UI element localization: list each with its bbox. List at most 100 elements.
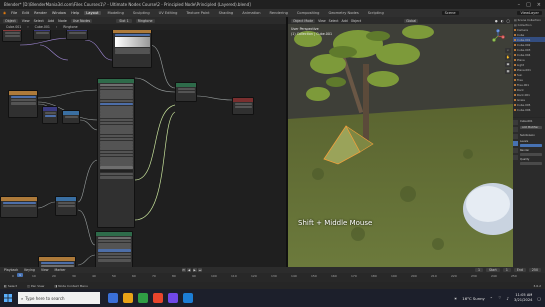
node-bump[interactable] — [42, 106, 58, 124]
modifier-tab-icon[interactable] — [513, 148, 518, 153]
timeline-menu-view[interactable]: View — [41, 268, 49, 272]
menu-file[interactable]: File — [11, 11, 17, 15]
menu-render[interactable]: Render — [34, 11, 47, 15]
zoom-icon[interactable]: ⌕ — [505, 48, 511, 53]
jump-start-icon[interactable]: ⏮ — [181, 268, 186, 272]
maximize-button[interactable]: □ — [526, 2, 531, 8]
weather-icon[interactable]: ☀ — [454, 296, 457, 301]
tool-tab-icon[interactable] — [513, 120, 518, 125]
viewport-menu-object[interactable]: Object — [351, 19, 361, 23]
node-noise-texture[interactable] — [0, 196, 38, 218]
network-icon[interactable]: ⌔ — [498, 295, 502, 301]
workspace-tab-sculpting[interactable]: Sculpting — [131, 11, 152, 15]
node-editor-canvas[interactable] — [0, 30, 286, 267]
view-layer-selector[interactable]: ViewLayer — [517, 11, 542, 15]
3d-viewport[interactable]: User Perspective (1) Collection | Cube.0… — [288, 24, 513, 267]
object-tab-icon[interactable] — [513, 141, 518, 146]
taskbar-app-icon[interactable] — [183, 293, 193, 303]
node-image-texture-top[interactable] — [112, 30, 152, 68]
workspace-tab-modeling[interactable]: Modeling — [106, 11, 126, 15]
taskbar-app-icon[interactable] — [153, 293, 163, 303]
node-mapping[interactable] — [33, 30, 51, 40]
viewport-menu-add[interactable]: Add — [342, 19, 348, 23]
chevron-up-icon[interactable]: ⌃ — [490, 296, 493, 301]
volume-icon[interactable]: ♪ — [507, 296, 509, 301]
outliner[interactable]: ▤ Scene Collection ▤ Collection Camera Cub… — [513, 17, 545, 117]
quality-field[interactable] — [520, 162, 542, 165]
workspace-tab-texture-paint[interactable]: Texture Paint — [184, 11, 211, 15]
jump-end-icon[interactable]: ⏭ — [198, 268, 203, 272]
node-principled-bsdf-2[interactable] — [95, 231, 133, 267]
end-frame-field[interactable]: 250 — [528, 268, 541, 272]
node-material-output[interactable] — [232, 97, 254, 115]
timeline[interactable]: Playback Keying View Marker ⏮ ◀ ▶ ⏭ 1 St… — [0, 267, 545, 282]
start-frame-field[interactable]: 1 — [502, 268, 511, 272]
workspace-tab-rendering[interactable]: Rendering — [268, 11, 290, 15]
node-menu-select[interactable]: Select — [34, 19, 44, 23]
play-icon[interactable]: ▶ — [192, 268, 197, 272]
outliner-row[interactable]: Cube.006 — [513, 107, 545, 112]
material-selector[interactable]: Ringtone — [135, 18, 155, 23]
use-nodes-checkbox[interactable]: Use Nodes — [70, 18, 93, 23]
levels-field[interactable] — [520, 144, 542, 147]
shading-rendered-icon[interactable]: ◯ — [506, 19, 510, 23]
node-menu-view[interactable]: View — [22, 19, 30, 23]
minimize-button[interactable]: – — [518, 2, 521, 8]
scene-selector[interactable]: Scene — [441, 11, 459, 15]
slot-dropdown[interactable]: Slot 1 — [116, 18, 132, 23]
editor-mode-dropdown[interactable]: Object — [3, 18, 18, 23]
workspace-tab-uv-editing[interactable]: UV Editing — [157, 11, 180, 15]
clock[interactable]: 11:05 AM 3/21/2024 — [514, 293, 532, 303]
playhead[interactable]: 1 — [17, 273, 23, 277]
play-reverse-icon[interactable]: ◀ — [187, 268, 192, 272]
node-math[interactable] — [62, 110, 80, 124]
taskbar-app-icon[interactable] — [123, 293, 133, 303]
node-menu-node[interactable]: Node — [58, 19, 67, 23]
workspace-tab-layout[interactable]: Layout — [84, 11, 101, 15]
transform-orientation-dropdown[interactable]: Global — [404, 18, 419, 23]
object-mode-dropdown[interactable]: Object Mode — [291, 18, 316, 23]
output-tab-icon[interactable] — [513, 134, 518, 139]
timeline-menu-playback[interactable]: Playback — [4, 268, 18, 272]
windows-start-icon[interactable] — [0, 289, 16, 307]
camera-icon[interactable]: ▣ — [505, 62, 511, 67]
workspace-tab-scripting[interactable]: Scripting — [366, 11, 386, 15]
material-tab-icon[interactable] — [513, 155, 518, 160]
workspace-tab-shading[interactable]: Shading — [217, 11, 236, 15]
menu-edit[interactable]: Edit — [22, 11, 29, 15]
taskbar-app-icon[interactable] — [108, 293, 118, 303]
node-menu-add[interactable]: Add — [48, 19, 54, 23]
notifications-icon[interactable]: ▢ — [537, 296, 541, 301]
shading-solid-icon[interactable]: ● — [495, 19, 498, 23]
pan-hand-icon[interactable]: ✋ — [505, 55, 511, 60]
blender-logo-icon[interactable]: ◉ — [3, 11, 6, 15]
node-image-texture-bottom[interactable] — [38, 256, 76, 267]
timeline-menu-marker[interactable]: Marker — [55, 268, 66, 272]
close-button[interactable]: × — [537, 2, 541, 8]
node-mapping-2[interactable] — [66, 30, 88, 40]
workspace-tab-compositing[interactable]: Compositing — [295, 11, 322, 15]
node-texture-coordinate[interactable] — [2, 30, 22, 42]
render-levels-field[interactable] — [520, 153, 542, 156]
current-frame-field[interactable]: 1 — [474, 268, 484, 272]
viewport-menu-select[interactable]: Select — [329, 19, 339, 23]
shading-material-icon[interactable]: ◐ — [501, 19, 504, 23]
render-tab-icon[interactable] — [513, 127, 518, 132]
node-separate-rgb[interactable] — [55, 196, 77, 216]
viewport-menu-view[interactable]: View — [318, 19, 326, 23]
navigation-gizmo[interactable]: X Y Z — [491, 29, 505, 43]
node-principled-bsdf[interactable] — [97, 78, 135, 228]
timeline-ruler[interactable]: 0 10 20 30 40 50 60 70 80 90 100 110 120… — [0, 273, 545, 282]
outliner-row[interactable]: ▤ Scene Collection — [513, 17, 545, 22]
node-color-ramp[interactable] — [8, 90, 38, 118]
node-mix-shader[interactable] — [175, 82, 197, 102]
weather-text[interactable]: 16°C Sunny — [462, 296, 484, 301]
menu-help[interactable]: Help — [71, 11, 79, 15]
menu-window[interactable]: Window — [52, 11, 66, 15]
taskbar-app-icon[interactable] — [138, 293, 148, 303]
taskbar-app-icon[interactable] — [168, 293, 178, 303]
taskbar-search-input[interactable]: ⌕ Type here to search — [18, 292, 100, 304]
grid-icon[interactable]: ▦ — [505, 69, 511, 74]
timeline-menu-keying[interactable]: Keying — [24, 268, 35, 272]
workspace-tab-animation[interactable]: Animation — [240, 11, 262, 15]
